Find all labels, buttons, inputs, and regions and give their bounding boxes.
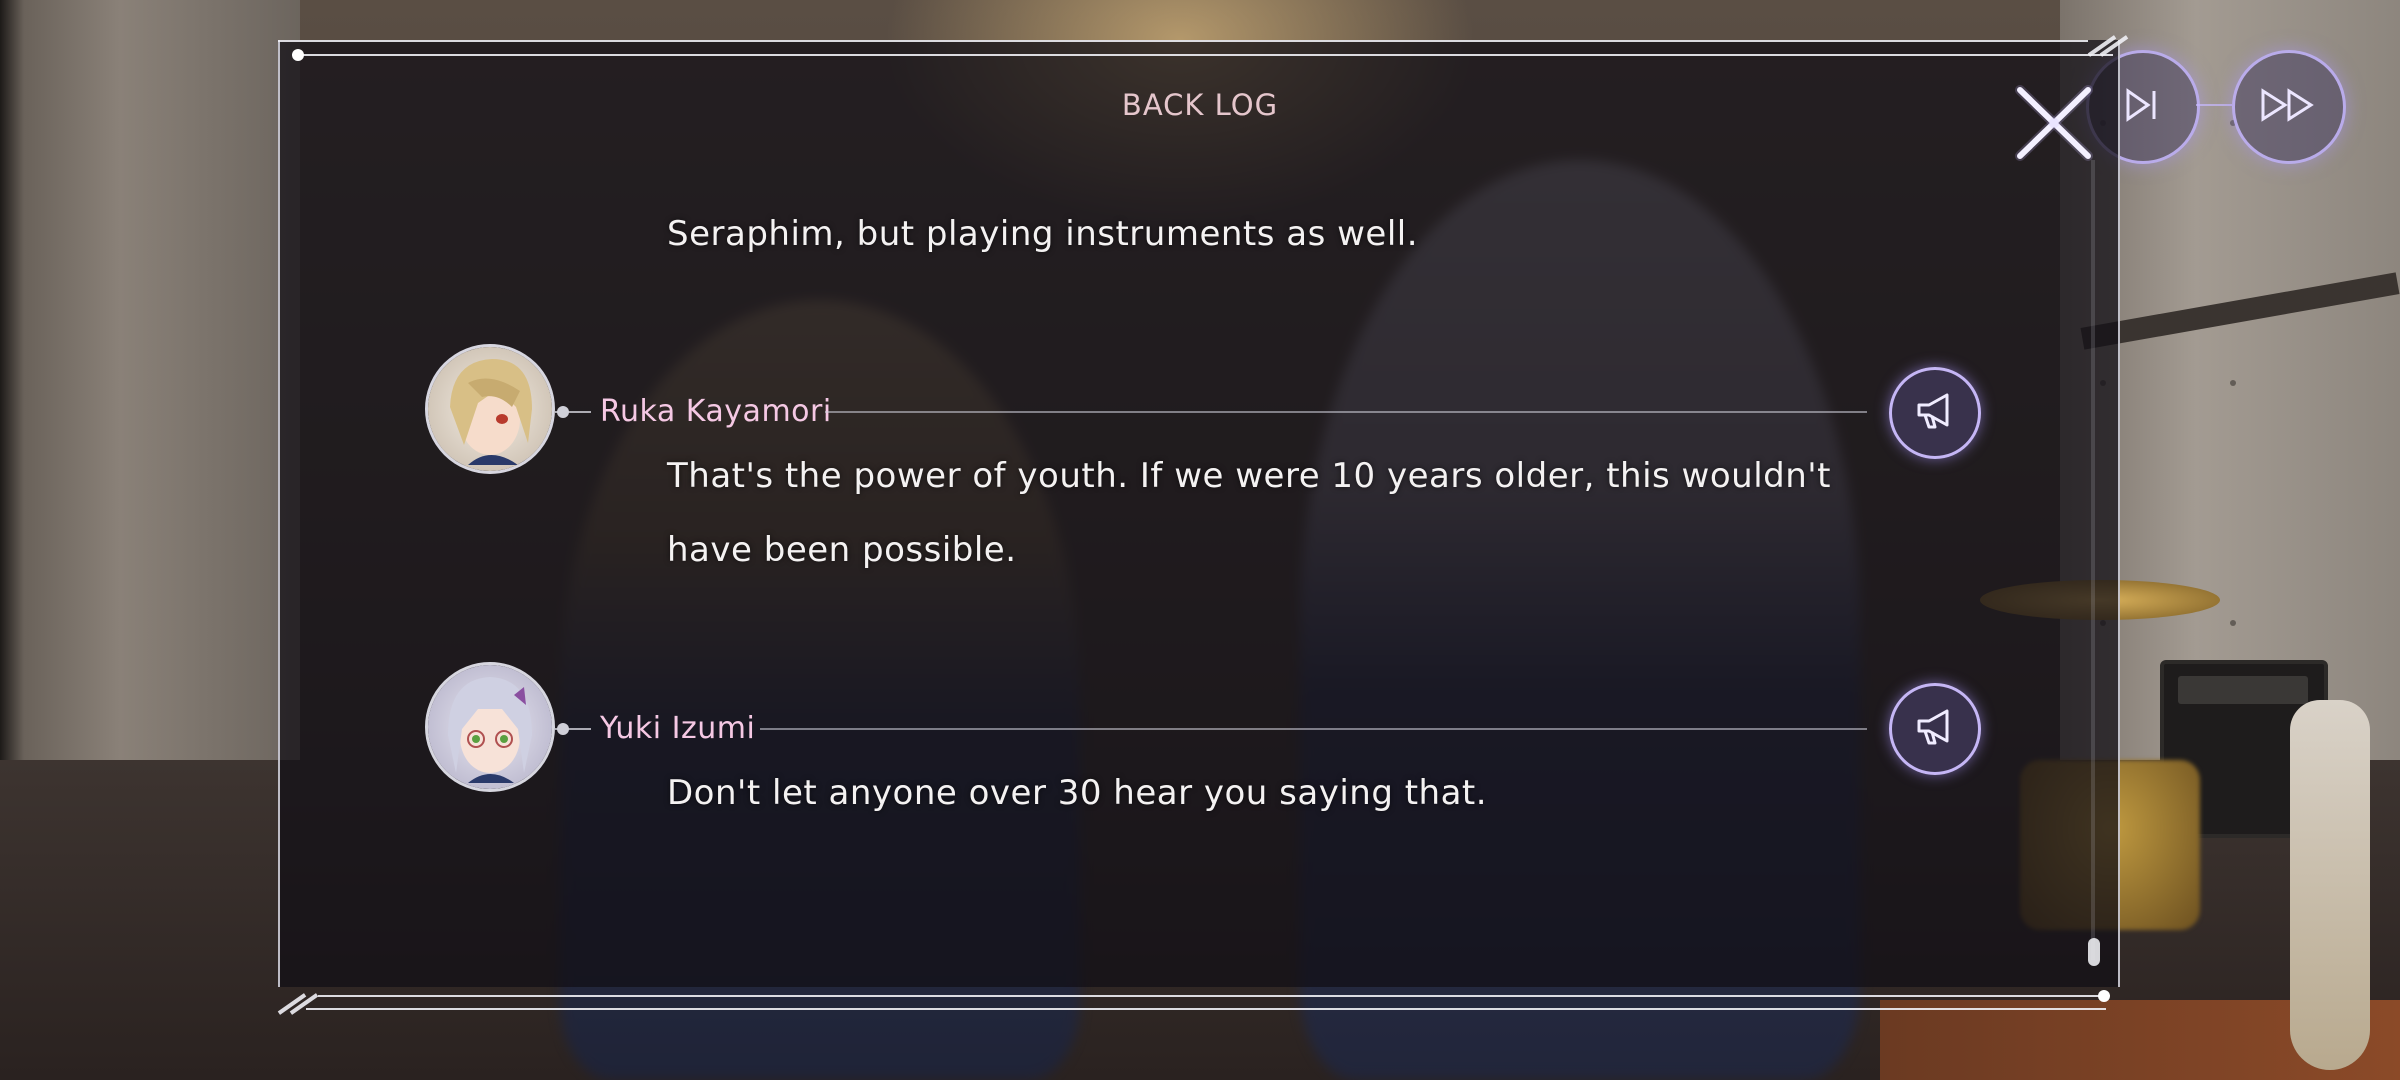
- control-connector: [2196, 104, 2232, 106]
- backlog-title: BACK LOG: [1121, 88, 1279, 122]
- close-button[interactable]: [2010, 80, 2100, 170]
- backlog-panel: [278, 40, 2120, 987]
- avatar-connector-node: [557, 723, 569, 735]
- backlog-message-text: That's the power of youth. If we were 10…: [667, 456, 1831, 496]
- speaker-name-line: [760, 728, 1867, 730]
- close-x-icon: [2010, 85, 2100, 174]
- frame-dot-top-left: [292, 49, 304, 61]
- frame-top-line: [298, 54, 2113, 56]
- megaphone-icon: [1913, 707, 1957, 751]
- scrollbar-track[interactable]: [2091, 160, 2095, 960]
- background-guitar: [2290, 700, 2370, 1070]
- frame-top-line-inner: [278, 40, 2088, 42]
- yuki-izumi-avatar: [425, 662, 555, 792]
- backlog-message-text: have been possible.: [667, 530, 1017, 570]
- fast-forward-icon: [2257, 85, 2321, 129]
- replay-voice-button[interactable]: [1889, 367, 1981, 459]
- skip-to-end-icon: [2118, 85, 2168, 129]
- avatar-connector-node: [557, 406, 569, 418]
- speaker-name-line: [825, 411, 1867, 413]
- frame-dot-bottom-right: [2098, 990, 2110, 1002]
- megaphone-icon: [1913, 391, 1957, 435]
- speaker-name: Ruka Kayamori: [600, 394, 832, 429]
- game-screen: BACK LOG Seraphim, but playing instrumen…: [0, 0, 2400, 1080]
- backlog-message-text: Seraphim, but playing instruments as wel…: [667, 214, 1419, 254]
- speaker-name: Yuki Izumi: [600, 711, 756, 746]
- fast-forward-button[interactable]: [2232, 50, 2346, 164]
- ruka-kayamori-avatar: [425, 344, 555, 474]
- frame-bottom-line: [318, 995, 2108, 997]
- backlog-message-text: Don't let anyone over 30 hear you saying…: [667, 773, 1488, 813]
- frame-bottom-line-inner: [306, 1008, 2106, 1010]
- replay-voice-button[interactable]: [1889, 683, 1981, 775]
- scrollbar-thumb[interactable]: [2088, 938, 2100, 966]
